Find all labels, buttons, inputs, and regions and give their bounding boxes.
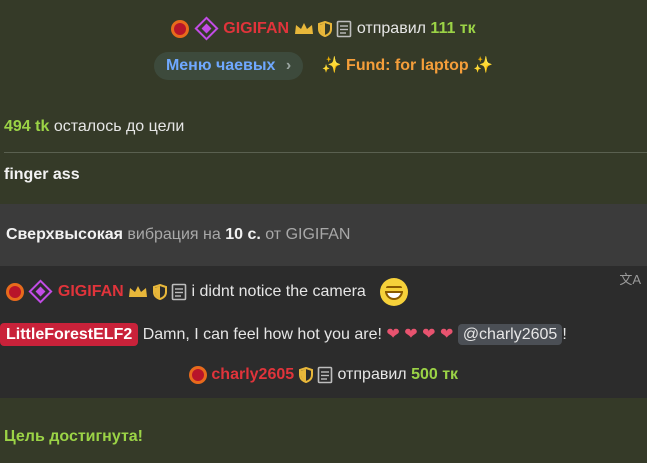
goal-reached: Цель достигнута! <box>0 428 647 450</box>
tip-menu-label: Меню чаевых <box>165 57 276 74</box>
translate-icon[interactable]: 文A <box>619 254 641 306</box>
goal-remaining-text: осталось до цели <box>53 118 185 135</box>
document-icon <box>337 20 352 38</box>
message-text: Damn, I can feel how hot you are! <box>142 326 382 343</box>
crown-icon <box>294 22 313 34</box>
document-icon <box>171 283 187 301</box>
room-topic: finger ass <box>0 166 647 188</box>
heart-icon: ❤ ❤ ❤ ❤ <box>386 326 454 343</box>
goal-reached-text: Цель достигнута! <box>4 428 143 445</box>
tip-action: отправил <box>337 366 407 383</box>
message-username[interactable]: LittleForestELF2 <box>0 323 139 346</box>
star-badge-icon <box>6 282 24 301</box>
vibe-duration: 10 с. <box>225 226 261 243</box>
chat-message-1: GIGIFAN i didnt notice the camera 文A <box>0 266 647 318</box>
tip-menu-button[interactable]: Меню чаевых › <box>153 52 304 80</box>
tip-menu-row: Меню чаевых › ✨ Fund: for laptop ✨ <box>0 52 647 82</box>
tip-amount: 500 тк <box>411 366 459 383</box>
smiley-icon <box>380 277 409 306</box>
tip-notice-2: charly2605 отправил 500 тк <box>0 352 647 398</box>
crown-icon <box>129 285 148 297</box>
fund-label[interactable]: ✨ Fund: for laptop ✨ <box>322 57 493 74</box>
star-badge-icon <box>188 365 207 384</box>
diamond-icon <box>194 16 219 41</box>
divider <box>4 152 647 153</box>
diamond-icon <box>28 279 53 304</box>
tip-amount: 111 тк <box>430 20 476 37</box>
vibe-from: от <box>265 226 282 243</box>
document-icon <box>317 366 333 384</box>
tip-action: отправил <box>356 20 426 37</box>
chevron-right-icon: › <box>285 57 292 74</box>
message-trail: ! <box>562 326 567 343</box>
message-username[interactable]: GIGIFAN <box>58 283 124 300</box>
chat-message-2: LittleForestELF2 Damn, I can feel how ho… <box>0 318 647 352</box>
goal-remaining: 494 tk осталось до цели <box>0 118 647 140</box>
message-text: i didnt notice the camera <box>191 283 366 300</box>
tip-notice-1: GIGIFAN отправил 111 тк <box>0 14 647 44</box>
shield-icon <box>152 283 167 300</box>
user-mention[interactable]: @charly2605 <box>457 324 563 345</box>
star-badge-icon <box>171 19 190 38</box>
tip-username[interactable]: charly2605 <box>211 366 294 383</box>
shield-icon <box>317 20 332 37</box>
goal-remaining-amount: 494 tk <box>4 118 50 135</box>
vibe-user[interactable]: GIGIFAN <box>286 226 351 243</box>
vibe-level: Сверхвысокая <box>6 226 123 243</box>
vibration-notice: Сверхвысокая вибрация на 10 с. от GIGIFA… <box>0 204 647 266</box>
shield-icon <box>298 366 313 383</box>
tip-username[interactable]: GIGIFAN <box>223 20 289 37</box>
topic-text: finger ass <box>4 166 80 183</box>
vibe-mid: вибрация на <box>127 226 221 243</box>
